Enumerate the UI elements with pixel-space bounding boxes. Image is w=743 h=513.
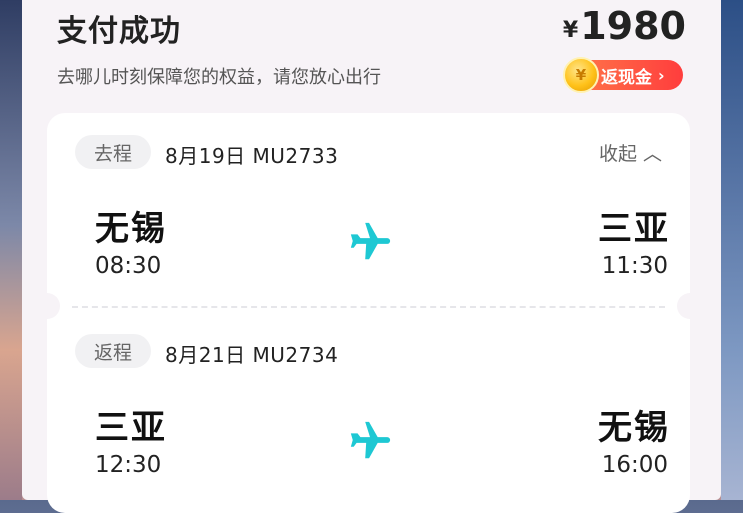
airplane-icon	[350, 421, 391, 459]
outbound-tag: 去程	[75, 135, 151, 169]
background-left-edge	[0, 0, 22, 500]
collapse-button[interactable]: 收起 ︿	[599, 139, 662, 166]
currency-symbol: ¥	[562, 18, 579, 43]
return-departure-city: 三亚	[95, 408, 167, 448]
airplane-icon	[350, 222, 391, 260]
return-tag: 返程	[75, 334, 151, 368]
total-price: ¥1980	[563, 4, 686, 48]
price-amount: 1980	[580, 4, 686, 48]
chevron-right-icon: ›	[658, 65, 665, 85]
ticket-notch-right	[677, 293, 703, 319]
cashback-label: 返现金	[601, 67, 652, 88]
background-right-edge	[721, 0, 743, 500]
itinerary-panel: 去程 8月19日 MU2733 收起 ︿ 无锡 08:30 三亚 11:30 返…	[34, 113, 703, 513]
payment-success-card: 支付成功 去哪儿时刻保障您的权益，请您放心出行 ¥1980 ¥ 返现金 › 去程…	[22, 0, 721, 513]
ticket-notch-left	[34, 293, 60, 319]
page-title: 支付成功	[57, 14, 181, 49]
outbound-departure-time: 08:30	[95, 253, 162, 279]
outbound-date-flight: 8月19日 MU2733	[165, 144, 339, 168]
outbound-departure-city: 无锡	[95, 209, 167, 249]
outbound-arrival-time: 11:30	[601, 253, 668, 279]
segment-divider	[72, 306, 665, 308]
cashback-button[interactable]: ¥ 返现金 ›	[563, 57, 683, 93]
coin-icon: ¥	[563, 57, 599, 93]
return-arrival-time: 16:00	[601, 452, 668, 478]
return-arrival-city: 无锡	[598, 408, 670, 448]
return-departure-time: 12:30	[95, 452, 162, 478]
outbound-arrival-city: 三亚	[598, 209, 670, 249]
reassurance-subtitle: 去哪儿时刻保障您的权益，请您放心出行	[57, 67, 381, 88]
return-date-flight: 8月21日 MU2734	[165, 343, 339, 367]
